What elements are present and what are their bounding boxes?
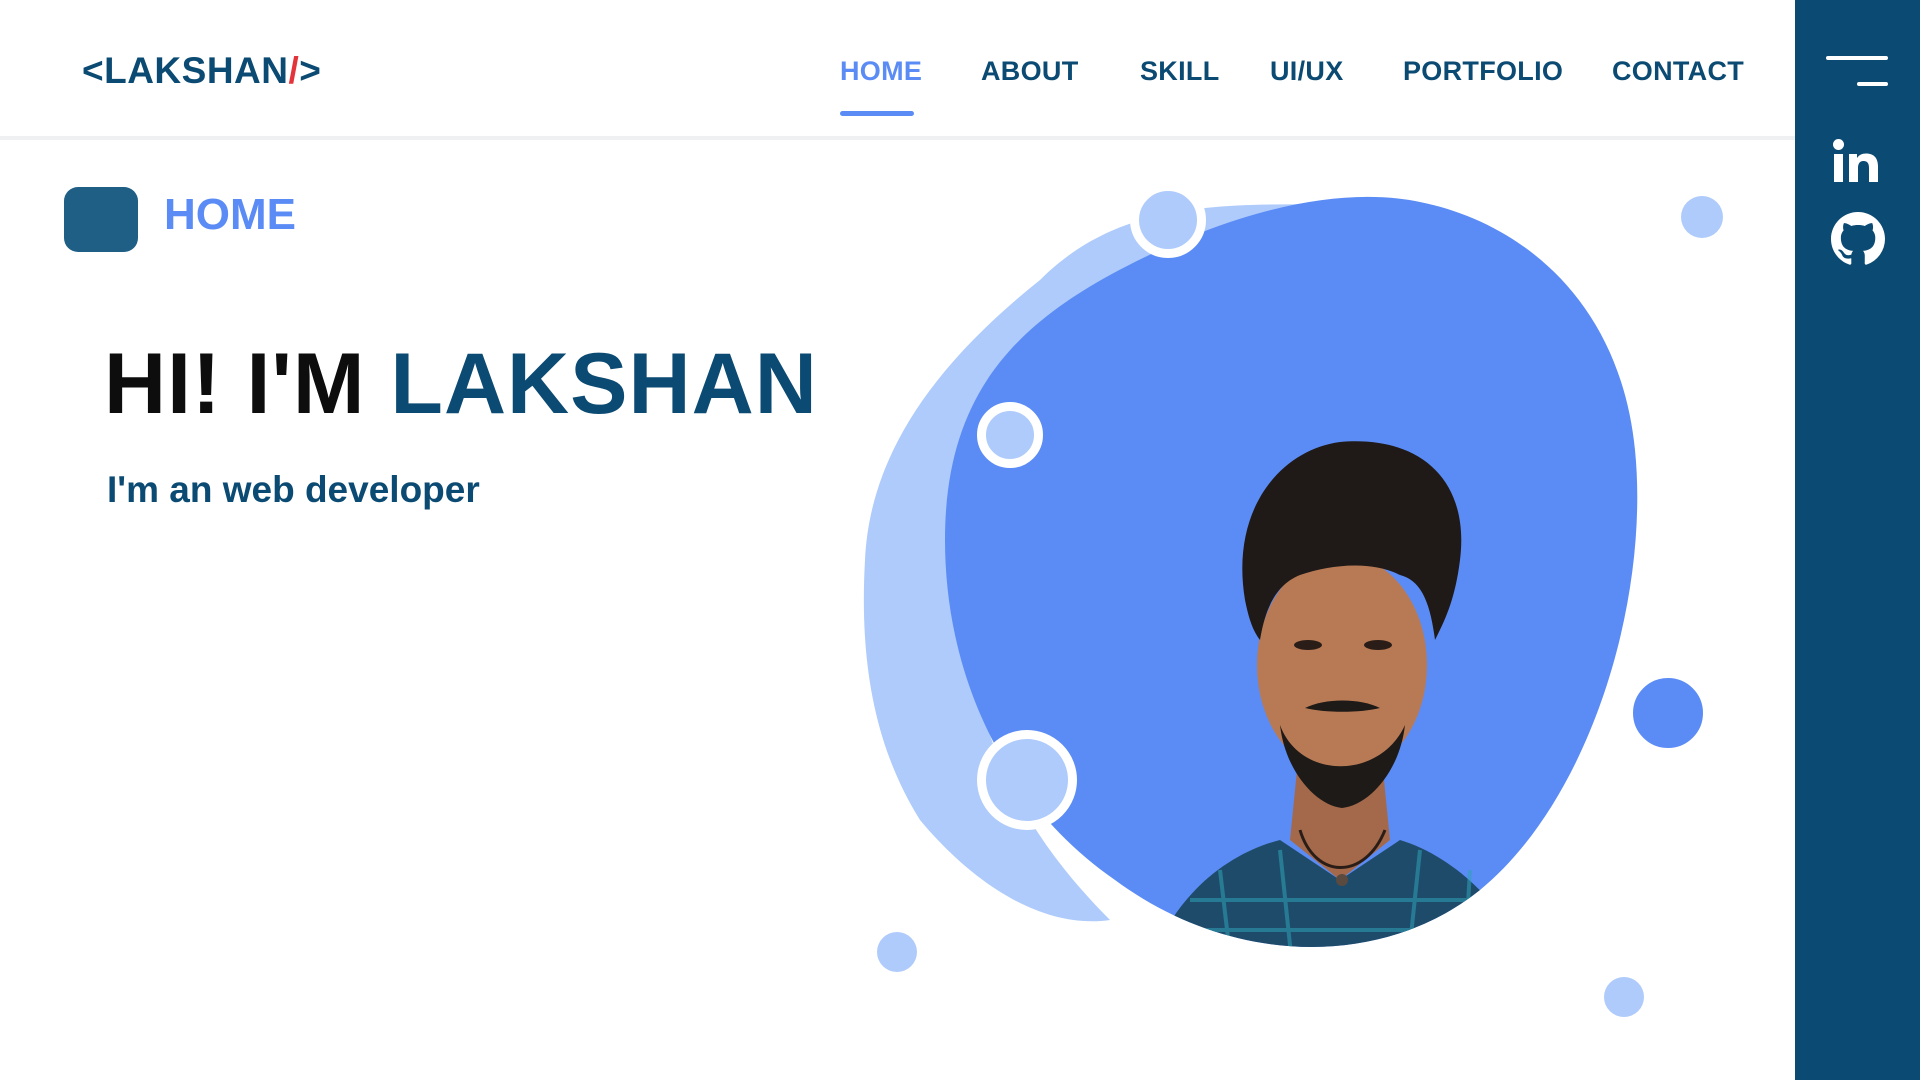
decor-dot [877,932,917,972]
nav-contact[interactable]: CONTACT [1612,56,1744,87]
hero-title: HI! I'M LAKSHAN [104,335,818,434]
hero-graphic [860,180,1760,1040]
decor-dot [1130,182,1206,258]
social-sidebar [1795,0,1920,1080]
top-header: <LAKSHAN/> HOME ABOUT SKILL UI/UX PORTFO… [0,0,1795,140]
menu-bar-top [1826,56,1888,60]
section-marker [64,187,138,252]
nav-skill[interactable]: SKILL [1140,56,1220,87]
hero-name: LAKSHAN [390,336,818,432]
decor-dot [1604,977,1644,1017]
nav-portfolio[interactable]: PORTFOLIO [1403,56,1563,87]
section-title: HOME [164,190,296,239]
decor-dot [977,402,1043,468]
github-icon[interactable] [1831,212,1885,265]
nav-about[interactable]: ABOUT [981,56,1079,87]
nav-active-indicator [840,111,914,116]
main-nav: HOME ABOUT SKILL UI/UX PORTFOLIO CONTACT [0,0,1795,140]
hero-greeting: HI! I'M [104,336,366,432]
menu-bar-bottom [1857,82,1888,86]
hero-subtitle: I'm an web developer [107,469,480,510]
linkedin-icon[interactable] [1831,136,1883,188]
nav-home[interactable]: HOME [840,56,922,87]
nav-uiux[interactable]: UI/UX [1270,56,1344,87]
decor-dot [1681,196,1723,238]
decor-dot [1626,671,1710,755]
portfolio-page: <LAKSHAN/> HOME ABOUT SKILL UI/UX PORTFO… [0,0,1920,1080]
decor-dot [977,730,1077,830]
menu-icon[interactable] [1824,54,1888,90]
blob-portrait [863,196,1638,948]
